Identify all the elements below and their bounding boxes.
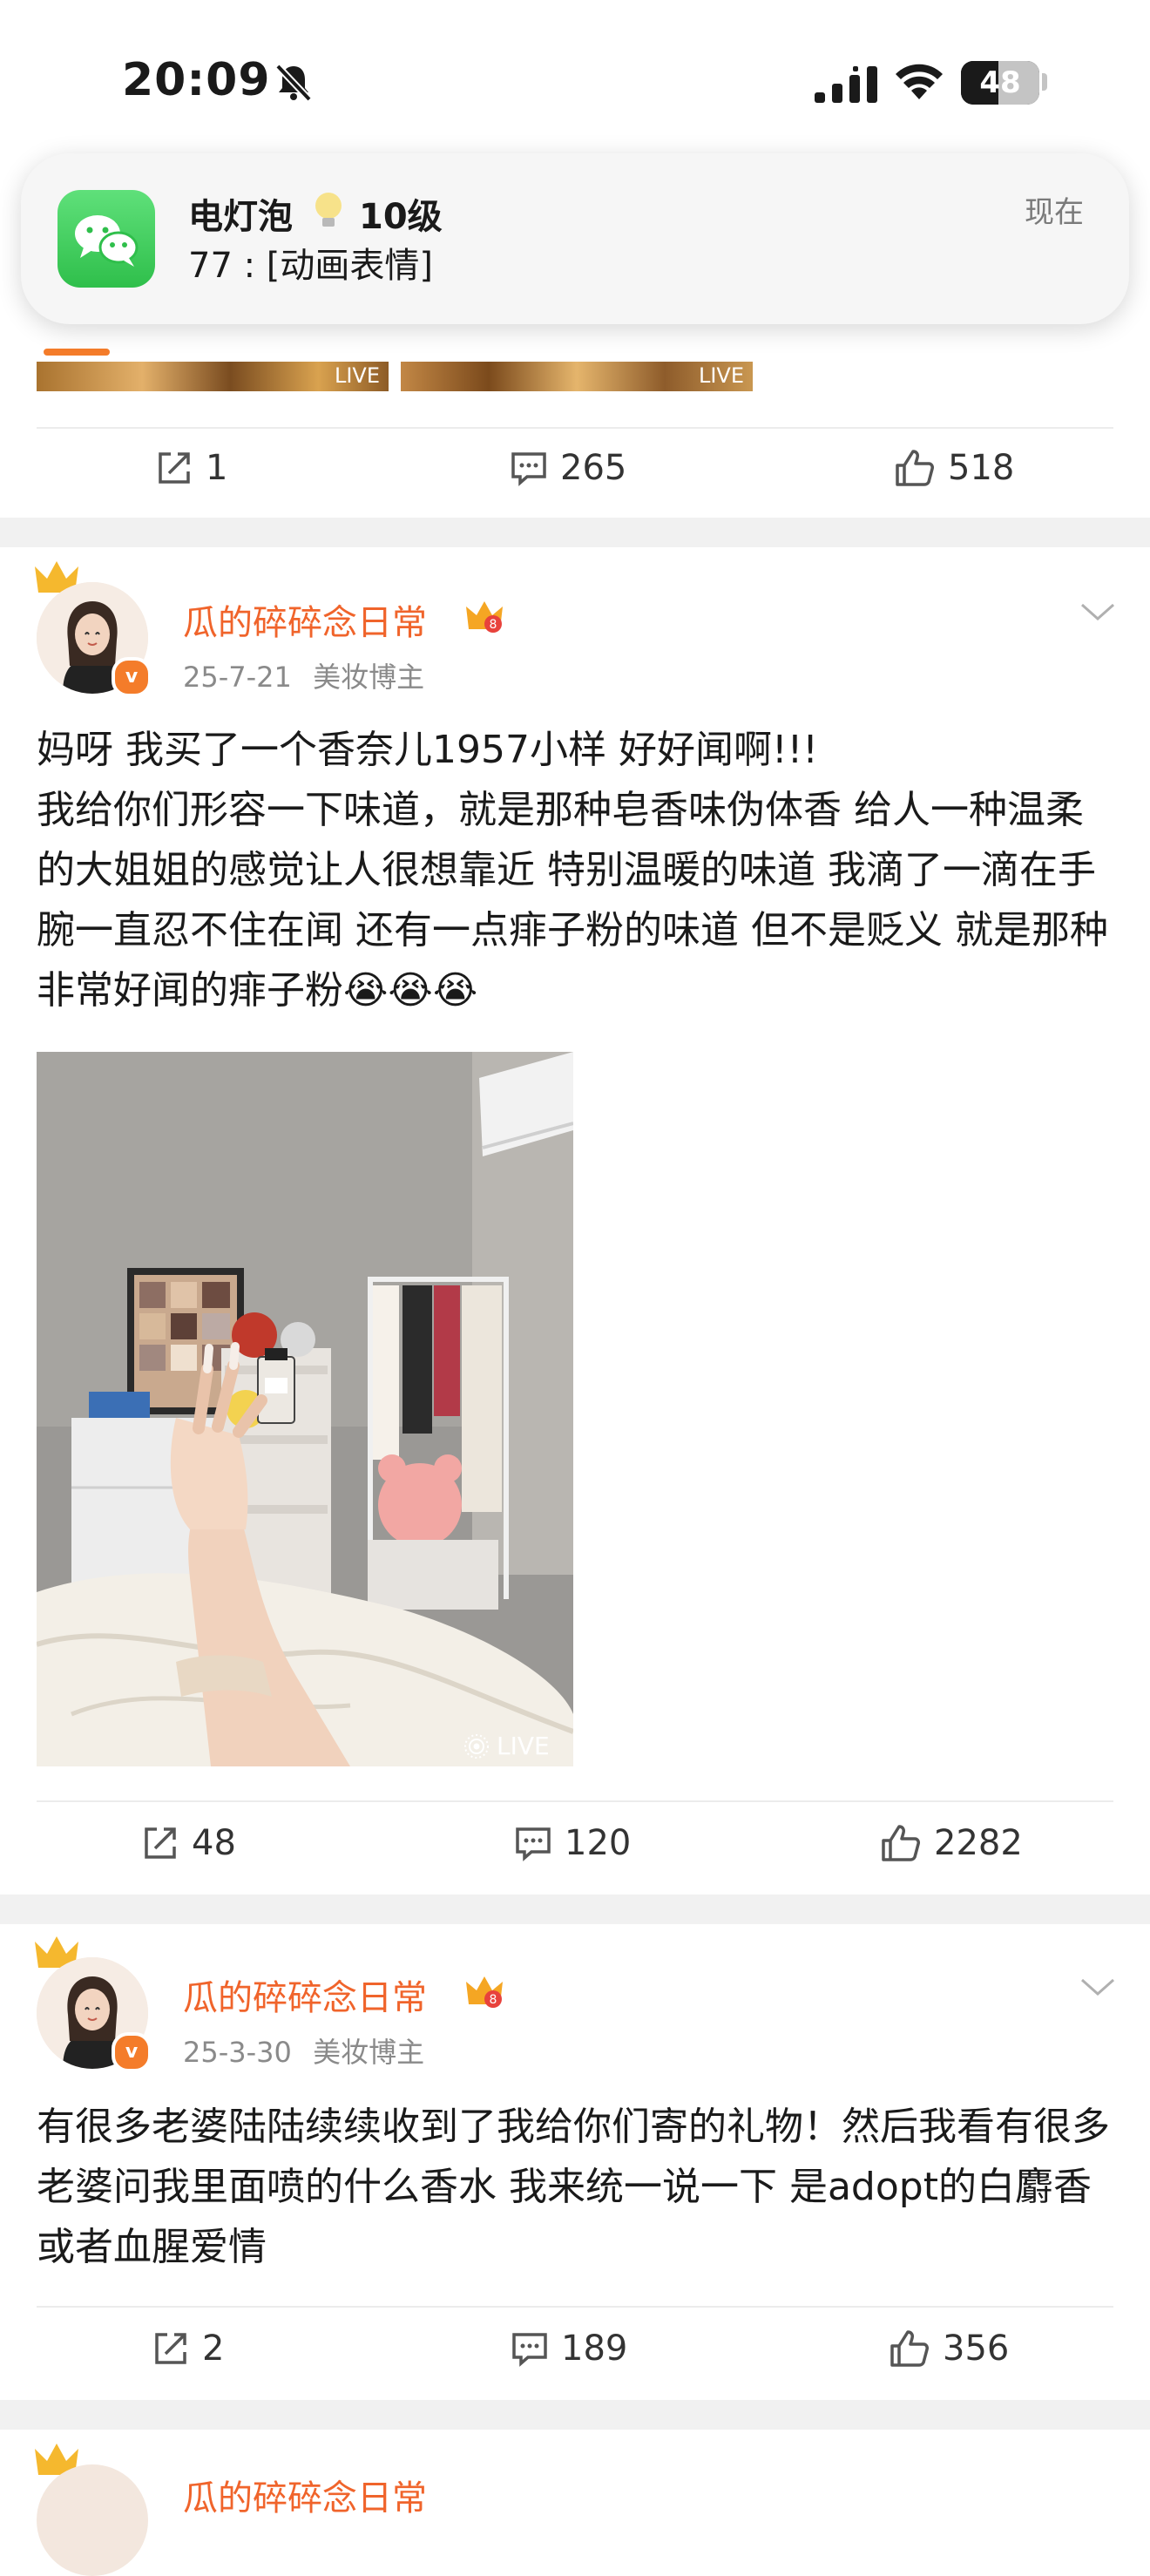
username[interactable]: 瓜的碎碎念日常 xyxy=(183,594,427,645)
notification-level: 10级 xyxy=(359,197,443,237)
battery-cap xyxy=(1042,73,1047,91)
comment-count: 189 xyxy=(561,2329,628,2369)
comment-count: 120 xyxy=(565,1823,632,1863)
like-count: 2282 xyxy=(934,1823,1023,1863)
username[interactable]: 瓜的碎碎念日常 xyxy=(183,1969,427,2020)
status-time: 20:09 xyxy=(122,54,271,106)
comment-icon xyxy=(512,2333,547,2367)
battery-indicator: 48 xyxy=(961,61,1039,105)
notification-sender: 电灯泡 xyxy=(188,197,293,237)
like-count: 356 xyxy=(943,2329,1010,2369)
notification-banner[interactable]: 电灯泡 10级 77 : [动画表情] 现在 xyxy=(21,153,1129,324)
share-icon xyxy=(155,2333,186,2364)
like-count: 518 xyxy=(948,448,1015,488)
forward-button[interactable]: 2 xyxy=(152,2329,224,2369)
chevron-down-icon[interactable] xyxy=(1080,1976,1115,1997)
wechat-logo-icon xyxy=(75,215,139,267)
forward-count: 48 xyxy=(192,1823,236,1863)
vip-crown-icon: 8 xyxy=(466,1976,503,2008)
notification-title: 电灯泡 xyxy=(188,188,293,239)
post-text: 有很多老婆陆陆续续收到了我给你们寄的礼物！然后我看有很多老婆问我里面喷的什么香水… xyxy=(37,2105,1110,2269)
divider xyxy=(37,1800,1113,1802)
chevron-down-icon[interactable] xyxy=(1080,601,1115,622)
share-icon xyxy=(145,1827,176,1859)
username[interactable]: 瓜的碎碎念日常 xyxy=(183,2470,427,2520)
verified-badge: v xyxy=(112,2032,152,2072)
post-tag: 美妆博主 xyxy=(313,2036,425,2069)
notification-time: 现在 xyxy=(1025,195,1084,230)
post-tag: 美妆博主 xyxy=(313,661,425,694)
wifi-icon xyxy=(896,64,943,99)
feed-separator xyxy=(0,518,1150,547)
post-date: 25-7-21 xyxy=(183,661,292,694)
comment-button[interactable]: 265 xyxy=(510,448,626,488)
vip-crown-icon: 8 xyxy=(466,601,503,633)
live-badge: LIVE xyxy=(463,1732,550,1760)
comment-icon xyxy=(511,452,546,486)
live-label: LIVE xyxy=(334,363,380,388)
battery-percent: 48 xyxy=(979,65,1021,100)
thumbs-up-icon xyxy=(896,450,934,486)
notification-body: 77 : [动画表情] xyxy=(188,246,434,286)
live-label: LIVE xyxy=(497,1732,550,1760)
post-body: 妈呀 我买了一个香奈儿1957小样 好好闻啊!!! 我给你们形容一下味道，就是那… xyxy=(37,728,1108,1013)
comment-icon xyxy=(516,1827,551,1861)
forward-count: 1 xyxy=(206,448,228,488)
bell-muted-icon xyxy=(275,64,312,102)
svg-text:8: 8 xyxy=(490,1993,497,2007)
like-button[interactable]: 2282 xyxy=(880,1823,1023,1863)
tab-active-underline xyxy=(44,349,110,356)
post-meta: 25-3-30 美妆博主 xyxy=(183,2030,424,2071)
thumbs-up-icon xyxy=(890,2330,929,2367)
post-date: 25-3-30 xyxy=(183,2036,292,2069)
post-meta: 25-7-21 美妆博主 xyxy=(183,655,424,695)
comment-button[interactable]: 189 xyxy=(511,2329,627,2369)
avatar[interactable] xyxy=(37,2464,148,2576)
crying-emoji: 😭😭😭 xyxy=(343,968,478,1013)
top-post-image[interactable]: LIVE xyxy=(401,362,753,391)
bedroom-photo xyxy=(37,1052,573,1766)
comment-button[interactable]: 120 xyxy=(514,1823,631,1863)
forward-count: 2 xyxy=(202,2329,225,2369)
forward-button[interactable]: 1 xyxy=(155,448,227,488)
post-photo[interactable]: LIVE xyxy=(37,1052,573,1766)
top-post-image[interactable]: LIVE xyxy=(37,362,389,391)
share-icon xyxy=(159,452,190,484)
svg-text:8: 8 xyxy=(490,618,497,632)
forward-button[interactable]: 48 xyxy=(141,1823,236,1863)
like-button[interactable]: 356 xyxy=(889,2329,1009,2369)
cellular-signal-icon xyxy=(815,66,877,103)
divider xyxy=(37,2306,1113,2308)
wechat-app-icon xyxy=(58,190,155,288)
comment-count: 265 xyxy=(560,448,627,488)
like-button[interactable]: 518 xyxy=(894,448,1014,488)
feed-separator xyxy=(0,1895,1150,1924)
live-photo-icon xyxy=(464,1733,489,1759)
verified-badge: v xyxy=(112,657,152,697)
live-label: LIVE xyxy=(698,363,744,388)
thumbs-up-icon xyxy=(882,1825,920,1861)
feed-separator xyxy=(0,2400,1150,2430)
divider xyxy=(37,427,1113,429)
post-text: 妈呀 我买了一个香奈儿1957小样 好好闻啊!!! 我给你们形容一下味道，就是那… xyxy=(37,720,1113,1020)
light-bulb-icon xyxy=(315,193,342,227)
